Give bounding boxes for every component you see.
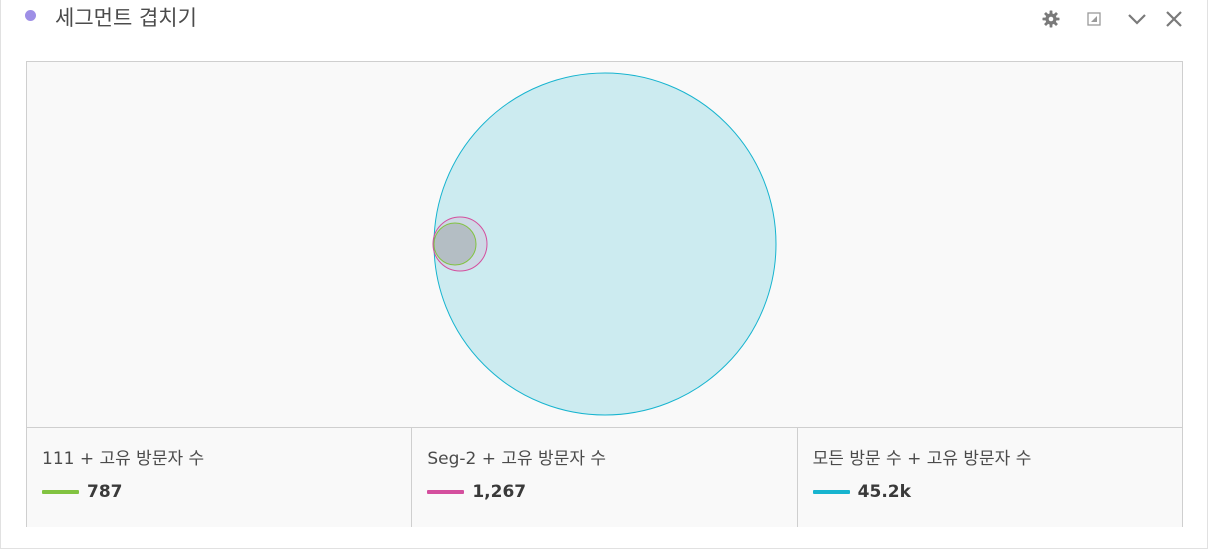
venn-legend: 111 + 고유 방문자 수 787 Seg-2 + 고유 방문자 수 1,26… [27, 427, 1182, 527]
segment-overlap-panel: 세그먼트 겹치기 111 + 고유 방문자 수 787 Seg-2 + 고유 방… [0, 0, 1208, 549]
legend-label: 모든 방문 수 + 고유 방문자 수 [812, 449, 1032, 469]
close-icon[interactable] [1163, 8, 1185, 30]
legend-swatch [42, 490, 79, 494]
venn-visualization: 111 + 고유 방문자 수 787 Seg-2 + 고유 방문자 수 1,26… [26, 61, 1183, 527]
panel-title: 세그먼트 겹치기 [55, 6, 197, 30]
legend-swatch [812, 490, 850, 494]
venn-circle-111[interactable] [433, 222, 477, 266]
legend-label: Seg-2 + 고유 방문자 수 [427, 449, 607, 469]
panel-header: 세그먼트 겹치기 [1, 0, 1207, 40]
gear-icon[interactable] [1040, 8, 1062, 30]
legend-label: 111 + 고유 방문자 수 [42, 449, 205, 469]
legend-item-seg-2[interactable]: Seg-2 + 고유 방문자 수 1,267 [412, 428, 798, 527]
legend-item-111[interactable]: 111 + 고유 방문자 수 787 [27, 428, 413, 527]
chevron-down-icon[interactable] [1126, 8, 1148, 30]
title-color-dot [25, 10, 36, 21]
resize-icon[interactable] [1083, 8, 1105, 30]
venn-diagram [432, 72, 777, 416]
legend-swatch [427, 490, 465, 494]
legend-item-all-visits[interactable]: 모든 방문 수 + 고유 방문자 수 45.2k [798, 428, 1182, 527]
legend-value: 787 [87, 482, 123, 502]
legend-value: 45.2k [857, 482, 911, 502]
legend-value: 1,267 [472, 482, 527, 502]
